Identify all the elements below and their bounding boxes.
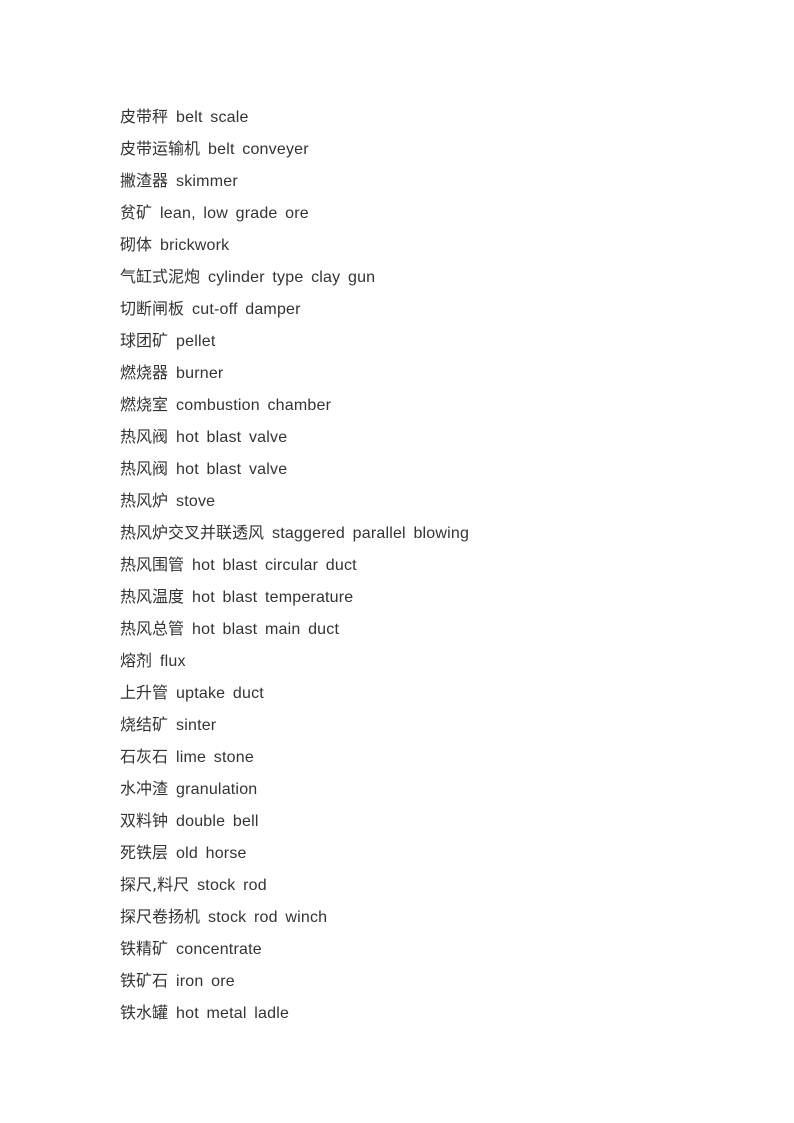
term-english: hot metal ladle bbox=[176, 1005, 290, 1022]
glossary-entry: 热风温度 hot blast temperature bbox=[120, 581, 469, 613]
term-chinese: 熔剂 bbox=[120, 651, 153, 670]
glossary-entry: 铁精矿 concentrate bbox=[120, 933, 469, 965]
document-page: 皮带秤 belt scale 皮带运输机 belt conveyer 撇渣器 skim… bbox=[0, 0, 794, 1123]
term-english: concentrate bbox=[176, 941, 262, 958]
glossary-entry: 热风炉交叉并联透风 staggered parallel blowing bbox=[120, 517, 469, 549]
term-english: granulation bbox=[176, 781, 258, 798]
term-chinese: 热风围管 bbox=[120, 555, 185, 574]
glossary-entry: 热风总管 hot blast main duct bbox=[120, 613, 469, 645]
term-english: lean, low grade ore bbox=[160, 205, 309, 222]
term-english: pellet bbox=[176, 333, 216, 350]
term-chinese: 撇渣器 bbox=[120, 171, 169, 190]
term-chinese: 探尺卷扬机 bbox=[120, 907, 201, 926]
term-english: stove bbox=[176, 493, 216, 510]
glossary-entry: 皮带秤 belt scale bbox=[120, 101, 469, 133]
term-english: hot blast main duct bbox=[192, 621, 340, 638]
term-chinese: 烧结矿 bbox=[120, 715, 169, 734]
glossary-entry: 气缸式泥炮 cylinder type clay gun bbox=[120, 261, 469, 293]
glossary-entry: 燃烧器 burner bbox=[120, 357, 469, 389]
term-chinese: 气缸式泥炮 bbox=[120, 267, 201, 286]
term-english: staggered parallel blowing bbox=[272, 525, 470, 542]
term-chinese: 燃烧器 bbox=[120, 363, 169, 382]
term-chinese: 上升管 bbox=[120, 683, 169, 702]
glossary-entry: 热风围管 hot blast circular duct bbox=[120, 549, 469, 581]
glossary-entry: 上升管 uptake duct bbox=[120, 677, 469, 709]
term-english: burner bbox=[176, 365, 224, 382]
glossary-entry: 撇渣器 skimmer bbox=[120, 165, 469, 197]
glossary-entry: 球团矿 pellet bbox=[120, 325, 469, 357]
term-chinese: 石灰石 bbox=[120, 747, 169, 766]
term-chinese: 切断闸板 bbox=[120, 299, 185, 318]
term-chinese: 热风温度 bbox=[120, 587, 185, 606]
term-english: stock rod winch bbox=[208, 909, 328, 926]
term-chinese: 热风阀 bbox=[120, 459, 169, 478]
term-english: cut-off damper bbox=[192, 301, 301, 318]
glossary-entry: 铁水罐 hot metal ladle bbox=[120, 997, 469, 1029]
term-chinese: 燃烧室 bbox=[120, 395, 169, 414]
glossary-entry: 双料钟 double bell bbox=[120, 805, 469, 837]
term-chinese: 铁精矿 bbox=[120, 939, 169, 958]
glossary-entry: 热风炉 stove bbox=[120, 485, 469, 517]
term-chinese: 皮带运输机 bbox=[120, 139, 201, 158]
term-chinese: 贫矿 bbox=[120, 203, 153, 222]
term-chinese: 铁矿石 bbox=[120, 971, 169, 990]
term-english: flux bbox=[160, 653, 186, 670]
glossary-entry: 热风阀 hot blast valve bbox=[120, 453, 469, 485]
term-chinese: 热风炉交叉并联透风 bbox=[120, 523, 265, 542]
term-english: stock rod bbox=[197, 877, 267, 894]
glossary-list: 皮带秤 belt scale 皮带运输机 belt conveyer 撇渣器 skim… bbox=[120, 101, 469, 1029]
term-chinese: 砌体 bbox=[120, 235, 153, 254]
glossary-entry: 砌体 brickwork bbox=[120, 229, 469, 261]
glossary-entry: 燃烧室 combustion chamber bbox=[120, 389, 469, 421]
term-chinese: 死铁层 bbox=[120, 843, 169, 862]
term-english: old horse bbox=[176, 845, 247, 862]
term-english: brickwork bbox=[160, 237, 230, 254]
glossary-entry: 铁矿石 iron ore bbox=[120, 965, 469, 997]
glossary-entry: 贫矿 lean, low grade ore bbox=[120, 197, 469, 229]
term-chinese: 球团矿 bbox=[120, 331, 169, 350]
term-chinese: 皮带秤 bbox=[120, 107, 169, 126]
term-chinese: 热风阀 bbox=[120, 427, 169, 446]
term-english: hot blast valve bbox=[176, 461, 288, 478]
term-english: iron ore bbox=[176, 973, 235, 990]
term-english: double bell bbox=[176, 813, 259, 830]
term-chinese: 双料钟 bbox=[120, 811, 169, 830]
glossary-entry: 烧结矿 sinter bbox=[120, 709, 469, 741]
glossary-entry: 石灰石 lime stone bbox=[120, 741, 469, 773]
glossary-entry: 探尺,料尺 stock rod bbox=[120, 869, 469, 901]
glossary-entry: 切断闸板 cut-off damper bbox=[120, 293, 469, 325]
term-english: hot blast valve bbox=[176, 429, 288, 446]
term-chinese: 热风总管 bbox=[120, 619, 185, 638]
term-english: belt conveyer bbox=[208, 141, 309, 158]
term-english: cylinder type clay gun bbox=[208, 269, 376, 286]
term-english: belt scale bbox=[176, 109, 249, 126]
term-english: hot blast temperature bbox=[192, 589, 354, 606]
term-chinese: 探尺,料尺 bbox=[120, 875, 190, 894]
term-english: hot blast circular duct bbox=[192, 557, 357, 574]
term-english: lime stone bbox=[176, 749, 254, 766]
term-english: uptake duct bbox=[176, 685, 264, 702]
term-english: skimmer bbox=[176, 173, 238, 190]
glossary-entry: 热风阀 hot blast valve bbox=[120, 421, 469, 453]
term-chinese: 水冲渣 bbox=[120, 779, 169, 798]
term-english: sinter bbox=[176, 717, 217, 734]
glossary-entry: 熔剂 flux bbox=[120, 645, 469, 677]
term-chinese: 热风炉 bbox=[120, 491, 169, 510]
glossary-entry: 死铁层 old horse bbox=[120, 837, 469, 869]
glossary-entry: 皮带运输机 belt conveyer bbox=[120, 133, 469, 165]
glossary-entry: 探尺卷扬机 stock rod winch bbox=[120, 901, 469, 933]
glossary-entry: 水冲渣 granulation bbox=[120, 773, 469, 805]
term-chinese: 铁水罐 bbox=[120, 1003, 169, 1022]
term-english: combustion chamber bbox=[176, 397, 332, 414]
